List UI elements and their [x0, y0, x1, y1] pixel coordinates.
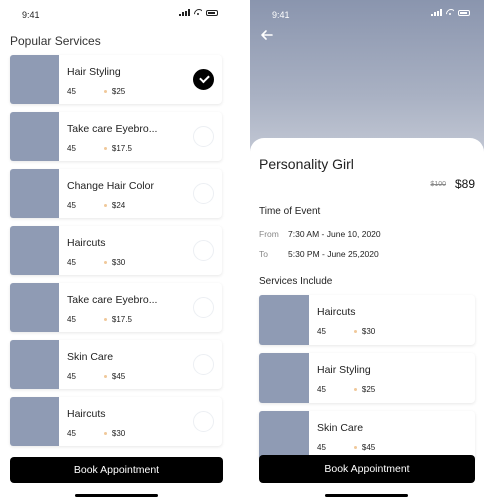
service-name: Change Hair Color [67, 180, 154, 192]
service-count: 45 [67, 372, 76, 381]
service-name: Haircuts [317, 306, 356, 318]
select-circle[interactable] [193, 411, 214, 432]
service-card[interactable]: Haircuts 45 $30 [10, 226, 222, 275]
service-price: $17.5 [111, 144, 132, 153]
service-detail-screen: 9:41 Personality Girl $100 $89 Time of E… [250, 0, 484, 500]
service-count: 45 [67, 258, 76, 267]
service-thumbnail [10, 55, 59, 104]
status-bar: 9:41 [250, 0, 484, 30]
select-circle[interactable] [193, 183, 214, 204]
status-icons [431, 9, 470, 16]
rating-dot-icon [103, 147, 107, 150]
service-count: 45 [317, 443, 326, 452]
service-count: 45 [67, 315, 76, 324]
service-price: $30 [111, 429, 126, 438]
to-value: 5:30 PM - June 25,2020 [288, 249, 379, 259]
book-appointment-button[interactable]: Book Appointment [10, 457, 223, 483]
service-thumbnail [10, 112, 59, 161]
service-card[interactable]: Take care Eyebro... 45 $17.5 [10, 112, 222, 161]
status-icons [179, 9, 218, 16]
signal-icon [179, 9, 190, 16]
signal-icon [431, 9, 442, 16]
service-list: Hair Styling 45 $25 Take care Eyebro... … [10, 55, 222, 454]
service-price: $24 [111, 201, 126, 210]
service-price: $30 [111, 258, 126, 267]
home-indicator[interactable] [75, 494, 158, 497]
service-thumbnail [259, 411, 309, 461]
popular-services-screen: 9:41 Popular Services Hair Styling 45 $2… [0, 0, 232, 500]
service-card[interactable]: Hair Styling 45 $25 [10, 55, 222, 104]
from-value: 7:30 AM - June 10, 2020 [288, 229, 381, 239]
book-appointment-button[interactable]: Book Appointment [259, 455, 475, 483]
battery-icon [458, 9, 470, 16]
wifi-icon [446, 9, 454, 16]
current-price: $89 [454, 177, 475, 191]
services-heading: Services Include [259, 276, 333, 287]
rating-dot-icon [103, 261, 107, 264]
service-thumbnail [259, 353, 309, 403]
included-service-card[interactable]: Haircuts 45 $30 [259, 295, 475, 345]
service-card[interactable]: Haircuts 45 $30 [10, 397, 222, 446]
rating-dot-icon [353, 446, 357, 449]
service-name: Skin Care [317, 422, 364, 434]
service-name: Take care Eyebro... [67, 294, 158, 306]
to-label: To [259, 249, 268, 259]
back-arrow-icon[interactable] [260, 28, 274, 42]
service-card[interactable]: Change Hair Color 45 $24 [10, 169, 222, 218]
rating-dot-icon [103, 90, 107, 93]
service-count: 45 [317, 327, 326, 336]
service-thumbnail [259, 295, 309, 345]
select-circle[interactable] [193, 297, 214, 318]
service-count: 45 [67, 144, 76, 153]
select-circle[interactable] [193, 126, 214, 147]
service-price: $45 [361, 443, 376, 452]
rating-dot-icon [103, 204, 107, 207]
service-thumbnail [10, 169, 59, 218]
service-price: $25 [111, 87, 126, 96]
status-bar: 9:41 [0, 0, 232, 30]
included-service-card[interactable]: Hair Styling 45 $25 [259, 353, 475, 403]
check-icon[interactable] [193, 69, 214, 90]
service-name: Hair Styling [317, 364, 371, 376]
status-time: 9:41 [272, 10, 290, 20]
from-label: From [259, 229, 279, 239]
status-time: 9:41 [22, 10, 40, 20]
wifi-icon [194, 9, 202, 16]
detail-title: Personality Girl [259, 156, 354, 172]
service-count: 45 [67, 201, 76, 210]
service-thumbnail [10, 283, 59, 332]
select-circle[interactable] [193, 354, 214, 375]
home-indicator[interactable] [325, 494, 408, 497]
detail-sheet: Personality Girl $100 $89 Time of Event … [250, 138, 484, 500]
service-card[interactable]: Skin Care 45 $45 [10, 340, 222, 389]
rating-dot-icon [103, 432, 107, 435]
old-price: $100 [430, 181, 446, 188]
service-price: $30 [361, 327, 376, 336]
service-name: Haircuts [67, 237, 106, 249]
rating-dot-icon [353, 330, 357, 333]
rating-dot-icon [103, 375, 107, 378]
included-services-list: Haircuts 45 $30 Hair Styling 45 $25 Skin… [259, 295, 475, 469]
service-name: Take care Eyebro... [67, 123, 158, 135]
service-name: Hair Styling [67, 66, 121, 78]
select-circle[interactable] [193, 240, 214, 261]
service-name: Haircuts [67, 408, 106, 420]
rating-dot-icon [353, 388, 357, 391]
service-count: 45 [317, 385, 326, 394]
included-service-card[interactable]: Skin Care 45 $45 [259, 411, 475, 461]
service-thumbnail [10, 397, 59, 446]
service-card[interactable]: Take care Eyebro... 45 $17.5 [10, 283, 222, 332]
service-count: 45 [67, 87, 76, 96]
rating-dot-icon [103, 318, 107, 321]
service-price: $17.5 [111, 315, 132, 324]
time-heading: Time of Event [259, 206, 321, 217]
section-title: Popular Services [10, 34, 101, 48]
service-price: $25 [361, 385, 376, 394]
service-count: 45 [67, 429, 76, 438]
service-name: Skin Care [67, 351, 114, 363]
service-thumbnail [10, 340, 59, 389]
service-price: $45 [111, 372, 126, 381]
battery-icon [206, 9, 218, 16]
service-thumbnail [10, 226, 59, 275]
